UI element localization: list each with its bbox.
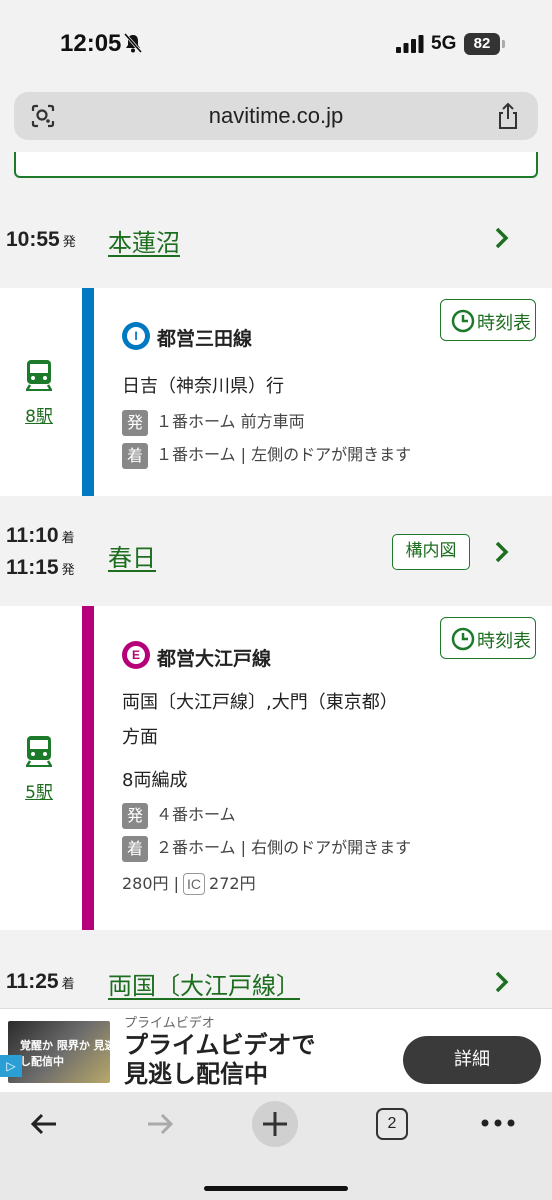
plus-icon	[263, 1112, 287, 1136]
arrival-time: 11:25 着	[6, 970, 75, 993]
departure-platform-row: 発 ４番ホーム	[122, 801, 236, 829]
status-bar: 12:05 5G 82	[0, 0, 552, 88]
segment-mita-line: 8駅 時刻表 I 都営三田線 日吉（神奈川県）行 発 １番ホーム 前方車両 着 １番…	[0, 288, 552, 496]
browser-toolbar: 2	[0, 1092, 552, 1200]
new-tab-button[interactable]	[252, 1101, 298, 1147]
arrival-tag: 着	[122, 835, 148, 862]
segment-oedo-line: 5駅 時刻表 E 都営大江戸線 両国〔大江戸線〕,大門（東京都） 方面 8両編成…	[0, 606, 552, 930]
departure-platform: １番ホーム 前方車両	[156, 412, 305, 431]
battery-icon: 82	[464, 33, 500, 55]
line-color-bar	[82, 606, 94, 930]
fare-cash: 280円 |	[122, 874, 180, 893]
arrival-platform: ２番ホーム | 右側のドアが開きます	[156, 838, 412, 857]
silent-bell-icon	[123, 33, 143, 53]
station-row-hon-hasunuma[interactable]: 10:55 発 本蓮沼	[0, 188, 552, 288]
chevron-right-icon[interactable]	[494, 226, 510, 250]
top-banner[interactable]	[14, 152, 538, 178]
share-icon[interactable]	[496, 102, 520, 130]
timetable-label: 時刻表	[477, 313, 531, 334]
arrival-platform: １番ホーム | 左側のドアが開きます	[156, 445, 412, 464]
station-map-button[interactable]: 構内図	[392, 534, 470, 570]
car-count: 8両編成	[122, 770, 188, 791]
back-arrow-icon[interactable]	[28, 1108, 60, 1140]
departure-platform: ４番ホーム	[156, 805, 236, 824]
forward-arrow-icon[interactable]	[144, 1108, 176, 1140]
stops-count-link[interactable]: 8駅	[0, 402, 78, 427]
train-icon	[25, 736, 53, 767]
departure-tag: 発	[122, 409, 148, 436]
clock-icon	[451, 309, 475, 333]
chevron-right-icon[interactable]	[494, 540, 510, 564]
address-bar[interactable]: navitime.co.jp	[14, 92, 538, 140]
departure-time: 11:15 発	[6, 556, 75, 579]
ad-choices-icon[interactable]: ▷	[0, 1055, 22, 1077]
departure-platform-row: 発 １番ホーム 前方車両	[122, 408, 305, 436]
line-name: 都営大江戸線	[157, 648, 272, 670]
chevron-right-icon[interactable]	[494, 970, 510, 994]
arrival-tag: 着	[122, 442, 148, 469]
departure-time: 10:55 発	[6, 228, 76, 251]
arrival-platform-row: 着 １番ホーム | 左側のドアが開きます	[122, 441, 411, 469]
destination-text: 両国〔大江戸線〕,大門（東京都）	[122, 692, 398, 713]
clock: 12:05	[60, 30, 122, 57]
signal-icon	[396, 35, 424, 53]
tab-switcher-button[interactable]: 2	[376, 1108, 408, 1140]
arrival-platform-row: 着 ２番ホーム | 右側のドアが開きます	[122, 834, 411, 862]
ad-image[interactable]: 覚醒か 限界か 見逃し配信中	[8, 1021, 116, 1083]
line-name: 都営三田線	[157, 328, 253, 350]
ad-banner[interactable]: 覚醒か 限界か 見逃し配信中 ▷ プライムビデオ プライムビデオで 見逃し配信中…	[0, 1008, 552, 1092]
ic-card-badge: IC	[183, 873, 206, 895]
train-icon	[25, 360, 53, 391]
battery-tip	[502, 40, 505, 48]
more-menu-icon[interactable]	[480, 1118, 516, 1128]
stops-count-link[interactable]: 5駅	[0, 778, 78, 803]
destination-text: 日吉（神奈川県）行	[122, 376, 284, 397]
network-type: 5G	[431, 33, 457, 54]
timetable-button[interactable]: 時刻表	[440, 299, 536, 341]
station-name[interactable]: 春日	[108, 538, 156, 573]
destination-text-2: 方面	[122, 727, 158, 748]
departure-tag: 発	[122, 802, 148, 829]
line-badge-icon: E	[122, 641, 150, 669]
ad-details-button[interactable]: 詳細	[403, 1036, 541, 1084]
line-badge-icon: I	[122, 322, 150, 350]
arrival-time: 11:10 着	[6, 524, 75, 547]
fare-row: 280円 | IC 272円	[122, 870, 256, 895]
ad-advertiser: プライムビデオ	[124, 1016, 215, 1031]
route-content: 10:55 発 本蓮沼 8駅 時刻表 I 都営三田線 日吉（神奈川県）行 発 １…	[0, 152, 552, 1008]
fare-ic: 272円	[209, 874, 256, 893]
url-text[interactable]: navitime.co.jp	[14, 103, 538, 129]
clock-icon	[451, 627, 475, 651]
station-name[interactable]: 両国〔大江戸線〕	[108, 966, 300, 1001]
timetable-button[interactable]: 時刻表	[440, 617, 536, 659]
station-row-ryogoku[interactable]: 11:25 着 両国〔大江戸線〕	[0, 930, 552, 1008]
line-color-bar	[82, 288, 94, 496]
station-row-kasuga[interactable]: 11:10 着 11:15 発 春日 構内図	[0, 496, 552, 606]
station-name[interactable]: 本蓮沼	[108, 223, 180, 258]
home-indicator[interactable]	[204, 1186, 348, 1191]
timetable-label: 時刻表	[477, 631, 531, 652]
ad-title[interactable]: プライムビデオで 見逃し配信中	[124, 1031, 364, 1089]
